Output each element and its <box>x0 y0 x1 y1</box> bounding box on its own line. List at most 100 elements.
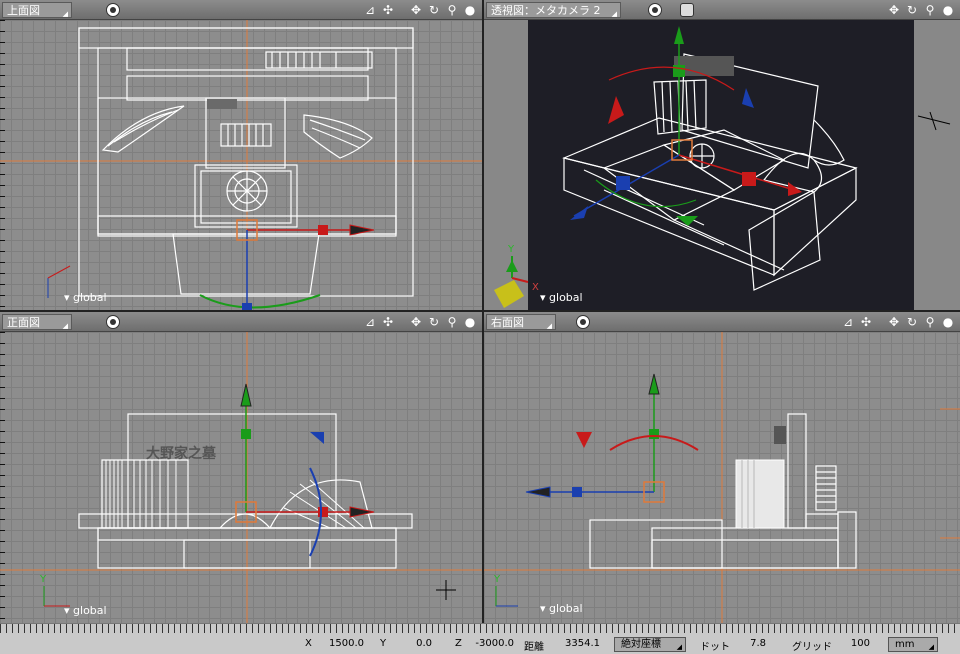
gizmo-x-handle <box>742 172 756 186</box>
view-title: 右面図 <box>491 316 524 329</box>
viewport-header: 正面図 ◢ ⊿ ✣ ✥ ↻ ⚲ ● <box>0 312 482 332</box>
view-eye-icon[interactable] <box>648 3 662 17</box>
viewport-toolbar: ⊿ ✣ ✥ ↻ ⚲ ● <box>362 2 478 18</box>
shade-icon[interactable]: ● <box>940 314 956 330</box>
viewport-canvas[interactable]: 大野家之墓 Y ▾ global <box>0 332 482 623</box>
viewport-canvas[interactable]: Y ▾ global <box>484 332 960 623</box>
distance-label: 距離 <box>524 642 544 653</box>
placeholder-block <box>207 99 237 109</box>
zoom-icon[interactable]: ⚲ <box>444 2 460 18</box>
gizmo-y-arrow <box>648 373 660 395</box>
placeholder-block <box>774 426 786 444</box>
rotate-icon[interactable]: ↻ <box>904 314 920 330</box>
gizmo-y-arrow <box>674 26 684 44</box>
viewport-canvas[interactable]: Y X ▾ global <box>484 20 960 310</box>
zoom-icon[interactable]: ⚲ <box>922 2 938 18</box>
axes-icon[interactable]: ⊿ <box>840 314 856 330</box>
coordinate-mode-text: global <box>73 604 107 617</box>
gizmo-plane-handle <box>742 88 754 108</box>
gizmo-y-handle <box>673 65 685 77</box>
chevron-down-icon: ◢ <box>676 643 682 651</box>
rotate-icon[interactable]: ↻ <box>426 2 442 18</box>
axis-label-y: Y <box>507 244 515 255</box>
coordinate-mode-label[interactable]: ▾ global <box>540 291 583 304</box>
gizmo-z-arrow <box>525 486 551 498</box>
gizmo-z-handle <box>242 303 252 310</box>
axis-label-x: X <box>532 282 539 293</box>
side-panel-right <box>914 20 960 310</box>
camera-cube-icon[interactable] <box>680 3 694 17</box>
gizmo-x-handle <box>318 225 328 235</box>
shade-icon[interactable]: ● <box>940 2 956 18</box>
viewport-front[interactable]: 正面図 ◢ ⊿ ✣ ✥ ↻ ⚲ ● 大野家之墓 Y ▾ global <box>0 312 482 623</box>
top-view-scene <box>0 20 482 310</box>
axis-indicator <box>43 586 70 607</box>
wireframe-model <box>562 53 858 291</box>
view-eye-icon[interactable] <box>106 315 120 329</box>
x-value: 1500.0 <box>329 638 364 649</box>
gizmo-z-handle <box>572 487 582 497</box>
pan-icon[interactable]: ✥ <box>886 314 902 330</box>
viewport-header: 透視図：メタカメラ 2 ◢ ✥ ↻ ⚲ ● <box>484 0 960 20</box>
status-bar: X 1500.0 Y 0.0 Z -3000.0 距離 3354.1 絶対座標 … <box>0 623 960 654</box>
viewport-toolbar: ✥ ↻ ⚲ ● <box>886 2 956 18</box>
viewport-right[interactable]: 右面図 ◢ ⊿ ✣ ✥ ↻ ⚲ ● Y ▾ global <box>484 312 960 623</box>
view-menu-dropdown[interactable]: 上面図 ◢ <box>2 2 72 18</box>
view-eye-icon[interactable] <box>106 3 120 17</box>
gizmo-x-handle <box>318 507 328 517</box>
rotate-icon[interactable]: ↻ <box>426 314 442 330</box>
wireframe-model <box>589 413 857 569</box>
axes-icon[interactable]: ⊿ <box>362 2 378 18</box>
chevron-down-icon: ◢ <box>62 10 68 18</box>
gizmo-y-arrow <box>240 383 252 407</box>
pan-icon[interactable]: ✥ <box>408 314 424 330</box>
gizmo-plane-handle <box>608 96 624 124</box>
move-select-icon[interactable]: ✣ <box>380 314 396 330</box>
chevron-down-icon: ◢ <box>928 643 934 651</box>
axis-label-y: Y <box>39 574 47 585</box>
unit-dropdown[interactable]: mm ◢ <box>888 637 938 652</box>
viewport-header: 上面図 ◢ ⊿ ✣ ✥ ↻ ⚲ ● <box>0 0 482 20</box>
viewport-perspective[interactable]: 透視図：メタカメラ 2 ◢ ✥ ↻ ⚲ ● Y X ▾ global <box>484 0 960 310</box>
gizmo-arc <box>199 294 321 309</box>
y-value: 0.0 <box>416 638 432 649</box>
gizmo-x-arrow <box>349 506 375 518</box>
right-view-scene: Y <box>484 332 960 623</box>
coordinate-mode-label[interactable]: ▾ global <box>64 291 107 304</box>
hatched-block <box>735 459 785 529</box>
shade-icon[interactable]: ● <box>462 314 478 330</box>
wireframe-model <box>78 27 414 297</box>
view-menu-dropdown[interactable]: 正面図 ◢ <box>2 314 72 330</box>
coord-mode-value: 絶対座標 <box>621 639 661 650</box>
zoom-icon[interactable]: ⚲ <box>922 314 938 330</box>
coord-mode-dropdown[interactable]: 絶対座標 ◢ <box>614 637 686 652</box>
shade-icon[interactable]: ● <box>462 2 478 18</box>
view-eye-icon[interactable] <box>576 315 590 329</box>
view-menu-dropdown[interactable]: 右面図 ◢ <box>486 314 556 330</box>
axes-icon[interactable]: ⊿ <box>362 314 378 330</box>
gizmo-y-handle <box>241 429 251 439</box>
coordinate-mode-label[interactable]: ▾ global <box>540 602 583 615</box>
grid-label: グリッド <box>792 642 832 653</box>
pan-icon[interactable]: ✥ <box>408 2 424 18</box>
viewport-top[interactable]: 上面図 ◢ ⊿ ✣ ✥ ↻ ⚲ ● ▾ global <box>0 0 482 310</box>
zoom-icon[interactable]: ⚲ <box>444 314 460 330</box>
move-select-icon[interactable]: ✣ <box>380 2 396 18</box>
hatched-block <box>105 460 365 529</box>
dot-value: 7.8 <box>750 638 766 649</box>
rotate-icon[interactable]: ↻ <box>904 2 920 18</box>
gizmo-plane-handle <box>576 432 592 448</box>
unit-value: mm <box>895 639 915 650</box>
chevron-down-icon: ◢ <box>62 322 68 330</box>
axis-label-y: Y <box>493 574 501 585</box>
view-menu-dropdown[interactable]: 透視図：メタカメラ 2 ◢ <box>486 2 621 18</box>
coordinate-mode-label[interactable]: ▾ global <box>64 604 107 617</box>
coordinate-mode-text: global <box>73 291 107 304</box>
front-view-scene: 大野家之墓 Y <box>0 332 482 623</box>
pan-icon[interactable]: ✥ <box>886 2 902 18</box>
view-title: 透視図：メタカメラ 2 <box>491 4 601 17</box>
move-select-icon[interactable]: ✣ <box>858 314 874 330</box>
coordinate-mode-text: global <box>549 291 583 304</box>
plaque-text: 大野家之墓 <box>146 445 217 462</box>
viewport-canvas[interactable]: ▾ global <box>0 20 482 310</box>
